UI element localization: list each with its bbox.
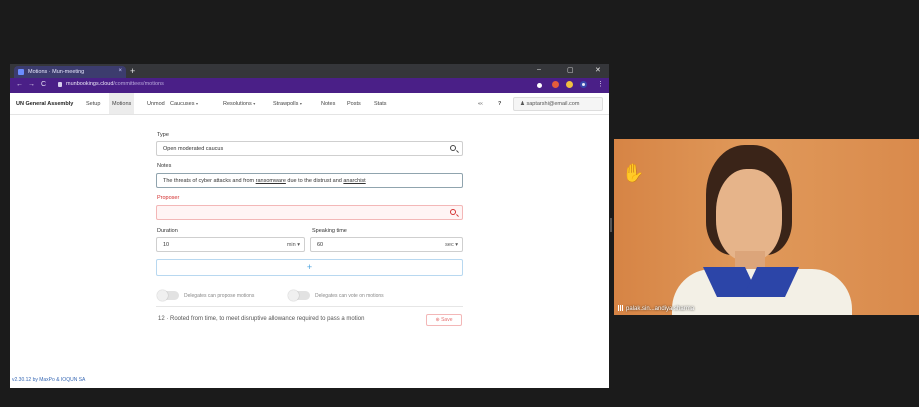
type-value: Open moderated caucus — [163, 146, 224, 152]
close-window-button[interactable]: ✕ — [595, 66, 601, 74]
url-field[interactable]: munbookings.cloud/committees/motions — [66, 81, 164, 87]
user-label: saptarshi@email.com — [526, 101, 580, 107]
lock-icon — [58, 82, 62, 87]
proposer-label: Proposer — [157, 195, 180, 201]
notes-label: Notes — [157, 163, 172, 169]
chevron-down-icon: ▾ — [253, 101, 256, 106]
back-icon[interactable]: ← — [16, 81, 23, 89]
nav-resolutions-label: Resolutions — [223, 101, 252, 107]
speaking-time-label: Speaking time — [312, 228, 347, 234]
help-icon[interactable]: ? — [498, 101, 501, 107]
nav-motions[interactable]: Motions — [109, 93, 135, 114]
profile-avatar-icon[interactable] — [580, 81, 587, 88]
notes-text-link-2: anarchist — [343, 178, 366, 184]
participant-name: palak.sin...andiya sharma — [626, 306, 695, 312]
duration-unit-select[interactable]: min ▾ — [287, 242, 300, 248]
speaking-time-input[interactable]: 60 sec ▾ — [310, 237, 463, 252]
duration-value: 10 — [163, 242, 170, 248]
browser-menu-icon[interactable]: ⋮ — [597, 81, 604, 89]
new-tab-button[interactable]: + — [130, 66, 135, 76]
notes-text-prefix: The threats of cyber attacks and from — [163, 178, 256, 184]
participant-face — [716, 169, 782, 261]
url-path: /committees/motions — [113, 81, 164, 87]
nav-caucuses-label: Caucuses — [170, 101, 195, 107]
tab-favicon-icon — [18, 69, 24, 75]
nav-setup[interactable]: Setup — [86, 101, 100, 107]
duration-input[interactable]: 10 min ▾ — [156, 237, 305, 252]
save-button[interactable]: ⊕ Save — [426, 314, 462, 326]
user-account-button[interactable]: ♟ saptarshi@email.com — [513, 97, 603, 111]
reload-icon[interactable]: C — [41, 81, 46, 89]
participant-name-label: palak.sin...andiya sharma — [618, 305, 694, 312]
nav-resolutions[interactable]: Resolutions ▾ — [223, 101, 255, 107]
signal-bars-icon — [618, 305, 624, 311]
speaking-time-value: 60 — [317, 242, 324, 248]
vote-motions-toggle[interactable] — [288, 290, 310, 301]
chevron-down-icon: ▾ — [196, 101, 199, 106]
type-label: Type — [157, 132, 169, 138]
add-motion-button[interactable]: + — [156, 259, 463, 276]
app-navbar: UN General Assembly Setup Motions Unmod … — [10, 93, 609, 115]
notes-input[interactable]: The threats of cyber attacks and from ra… — [156, 173, 463, 188]
url-host: munbookings.cloud — [66, 81, 114, 87]
forward-icon[interactable]: → — [28, 81, 35, 89]
raise-hand-icon: ✋ — [622, 163, 645, 183]
bookmark-star-icon[interactable] — [537, 83, 542, 88]
search-icon — [450, 209, 456, 215]
chevron-down-icon: ▾ — [299, 101, 302, 106]
nav-posts[interactable]: Posts — [347, 101, 361, 107]
notes-text-link-1: ransomware — [255, 178, 286, 184]
nav-caucuses[interactable]: Caucuses ▾ — [170, 101, 198, 107]
minimize-button[interactable]: – — [537, 66, 541, 73]
extension-puzzle-icon[interactable] — [566, 81, 573, 88]
browser-address-bar: ← → C munbookings.cloud/committees/motio… — [10, 78, 609, 93]
type-select[interactable]: Open moderated caucus — [156, 141, 463, 156]
form-divider — [156, 306, 463, 307]
notes-text-middle: due to the distrust and — [285, 178, 344, 184]
duration-label: Duration — [157, 228, 178, 234]
extension-icon[interactable] — [552, 81, 559, 88]
propose-motions-label: Delegates can propose motions — [184, 293, 255, 299]
search-icon — [450, 145, 456, 151]
share-icon[interactable]: «‹ — [478, 101, 483, 107]
threshold-text: 12 · Rooted from time, to meet disruptiv… — [158, 316, 365, 322]
maximize-button[interactable]: ▢ — [567, 66, 574, 74]
nav-strawpolls-label: Strawpolls — [273, 101, 299, 107]
proposer-select[interactable] — [156, 205, 463, 220]
nav-notes[interactable]: Notes — [321, 101, 335, 107]
participant-video-tile: ✋ palak.sin...andiya sharma — [614, 139, 919, 315]
panel-resize-handle[interactable] — [610, 218, 612, 232]
tab-close-icon[interactable]: × — [118, 68, 122, 74]
nav-unmod[interactable]: Unmod — [147, 101, 165, 107]
tab-title: Motions · Mun-meeting — [28, 69, 85, 75]
committee-brand[interactable]: UN General Assembly — [16, 101, 73, 107]
nav-stats[interactable]: Stats — [374, 101, 387, 107]
vote-motions-label: Delegates can vote on motions — [315, 293, 384, 299]
browser-tab[interactable]: Motions · Mun-meeting × — [14, 66, 126, 78]
version-footer-link[interactable]: v2.30.12 by MaxPo & IOQUN SA — [12, 377, 85, 383]
browser-tabstrip: Motions · Mun-meeting × + – ▢ ✕ — [10, 64, 609, 78]
nav-strawpolls[interactable]: Strawpolls ▾ — [273, 101, 302, 107]
shared-screen-window: Motions · Mun-meeting × + – ▢ ✕ ← → C mu… — [10, 64, 609, 388]
propose-motions-toggle[interactable] — [157, 290, 179, 301]
speaking-time-unit-select[interactable]: sec ▾ — [445, 242, 458, 248]
